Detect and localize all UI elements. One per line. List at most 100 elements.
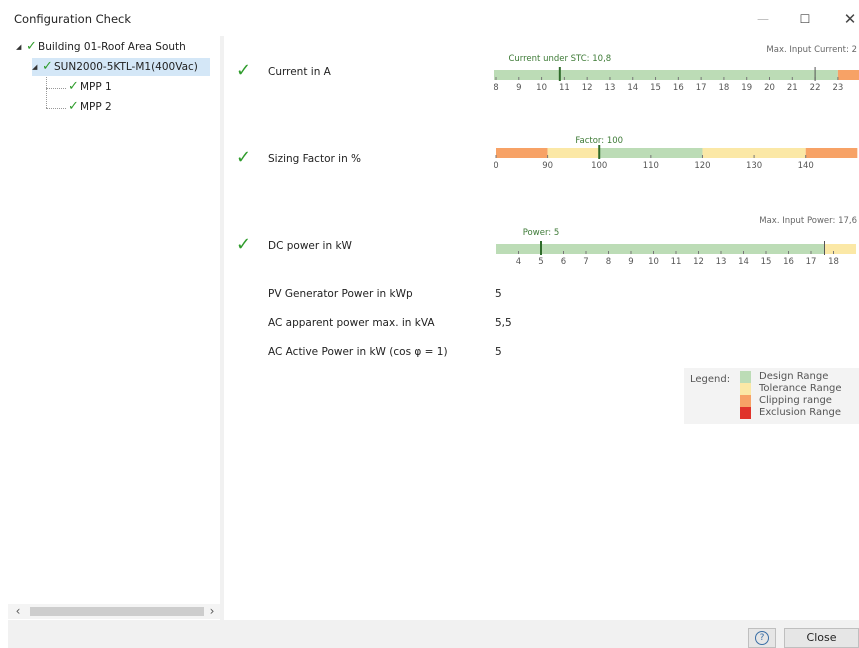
check-results-panel: ✓ Current in A 8 9 10 11 12 13 14 15 16 17 18 19 20 2… <box>224 36 859 620</box>
axis-tick-label: 17 <box>696 83 707 93</box>
axis-tick-label: 14 <box>627 83 638 93</box>
axis-tick-label: 15 <box>650 83 661 93</box>
axis-tick-label: 7 <box>583 257 588 267</box>
check-label-current: Current in A <box>268 66 331 78</box>
value-marker <box>598 145 601 159</box>
range-segment-design <box>494 70 838 80</box>
close-icon[interactable]: ✕ <box>835 8 859 30</box>
axis-tick-label: 4 <box>516 257 521 267</box>
axis-tick-label: 18 <box>719 83 730 93</box>
value-marker <box>540 241 542 255</box>
legend-label: Clipping range <box>759 395 832 406</box>
range-chart-sizing-factor: 0 90 100 110 120 130 140 Factor: 100 <box>494 132 859 182</box>
axis-tick-label: 16 <box>673 83 684 93</box>
legend-swatch-tolerance <box>740 383 751 395</box>
axis-tick-label: 16 <box>783 257 794 267</box>
range-chart-dc-power: 4 5 6 7 8 9 10 11 12 13 14 15 16 17 18 Power: 5 Max. Inp… <box>494 210 859 270</box>
value-marker-label: Current under STC: 10,8 <box>508 54 611 64</box>
axis-tick-label: 130 <box>746 161 762 171</box>
help-icon: ? <box>755 631 769 645</box>
range-segment-clipping <box>805 148 858 158</box>
axis-tick-label: 120 <box>694 161 710 171</box>
collapse-arrow-icon[interactable]: ◢ <box>32 58 42 76</box>
legend-label: Exclusion Range <box>759 407 841 418</box>
legend: Legend: Design Range Tolerance Range Cli… <box>684 368 859 424</box>
axis-tick-label: 9 <box>628 257 633 267</box>
limit-marker <box>814 67 816 81</box>
axis-tick-label: 6 <box>561 257 566 267</box>
value-marker-label: Power: 5 <box>523 228 560 238</box>
scrollbar-thumb[interactable] <box>30 607 204 616</box>
axis-tick-label: 22 <box>810 83 821 93</box>
check-icon: ✓ <box>68 99 79 114</box>
close-button[interactable]: Close <box>784 628 859 648</box>
property-value: 5 <box>495 288 502 300</box>
range-segment-tolerance <box>547 148 600 158</box>
axis-tick-label: 10 <box>648 257 659 267</box>
axis-tick-label: 90 <box>542 161 553 171</box>
property-label: AC Active Power in kW (cos φ = 1) <box>268 346 448 358</box>
check-ok-icon: ✓ <box>236 60 252 81</box>
property-value: 5 <box>495 346 502 358</box>
scroll-left-icon[interactable]: ‹ <box>10 604 26 619</box>
axis-tick-label: 140 <box>798 161 814 171</box>
collapse-arrow-icon[interactable]: ◢ <box>16 38 26 56</box>
axis-tick-label: 13 <box>605 83 616 93</box>
axis-tick-label: 12 <box>582 83 593 93</box>
axis-tick-label: 20 <box>764 83 775 93</box>
axis-tick-label: 15 <box>761 257 772 267</box>
tree-node-label: Building 01-Roof Area South <box>38 41 186 53</box>
value-marker <box>558 67 561 81</box>
legend-swatch-design <box>740 371 751 383</box>
check-icon: ✓ <box>42 59 53 74</box>
axis-tick-label: 0 <box>494 161 499 171</box>
maximize-icon[interactable]: ☐ <box>790 8 820 30</box>
property-label: PV Generator Power in kWp <box>268 288 413 300</box>
check-label-dc-power: DC power in kW <box>268 240 352 252</box>
title-bar: Configuration Check — ☐ ✕ <box>0 0 859 36</box>
minimize-icon[interactable]: — <box>748 8 778 30</box>
tree-horizontal-scrollbar[interactable]: ‹ › <box>8 604 220 619</box>
axis-tick-label: 21 <box>787 83 798 93</box>
tree-node-building[interactable]: ◢ ✓Building 01-Roof Area South <box>16 38 186 56</box>
value-marker-label: Factor: 100 <box>575 136 623 146</box>
check-label-sizing-factor: Sizing Factor in % <box>268 153 362 165</box>
legend-swatch-clipping <box>740 395 751 407</box>
scroll-right-icon[interactable]: › <box>204 604 220 619</box>
footer-bar <box>0 620 859 648</box>
axis-tick-label: 19 <box>741 83 752 93</box>
range-segment-clipping <box>496 148 548 158</box>
axis-tick-label: 18 <box>828 257 839 267</box>
axis-tick-label: 17 <box>806 257 817 267</box>
tree-node-inverter[interactable]: ◢ ✓SUN2000-5KTL-M1(400Vac) <box>32 58 210 76</box>
range-chart-current: 8 9 10 11 12 13 14 15 16 17 18 19 20 21 22 23 Current un… <box>494 44 859 104</box>
axis-tick-label: 14 <box>738 257 749 267</box>
limit-label: Max. Input Current: 2 <box>766 45 857 55</box>
help-button[interactable]: ? <box>748 628 776 648</box>
legend-swatch-exclusion <box>740 407 751 419</box>
property-value: 5,5 <box>495 317 512 329</box>
tree-node-label: SUN2000-5KTL-M1(400Vac) <box>54 61 198 73</box>
range-segment-tolerance <box>824 244 856 254</box>
legend-label: Design Range <box>759 371 829 382</box>
check-ok-icon: ✓ <box>236 147 252 168</box>
axis-tick-label: 10 <box>536 83 547 93</box>
project-tree: ◢ ✓Building 01-Roof Area South ◢ ✓SUN2000-… <box>8 36 220 622</box>
legend-label: Tolerance Range <box>759 383 842 394</box>
window-title: Configuration Check <box>14 12 132 26</box>
tree-node-label: MPP 2 <box>80 101 112 113</box>
axis-tick-label: 8 <box>494 83 499 93</box>
tree-node-mpp1[interactable]: ✓MPP 1 <box>68 78 112 96</box>
tree-node-mpp2[interactable]: ✓MPP 2 <box>68 98 112 116</box>
legend-title: Legend: <box>690 374 731 385</box>
range-segment-clipping <box>837 70 859 80</box>
property-label: AC apparent power max. in kVA <box>268 317 435 329</box>
check-icon: ✓ <box>26 39 37 54</box>
axis-tick-label: 11 <box>671 257 682 267</box>
axis-tick-label: 23 <box>832 83 843 93</box>
axis-tick-label: 9 <box>516 83 521 93</box>
limit-label: Max. Input Power: 17,6 <box>759 216 857 226</box>
axis-tick-label: 13 <box>716 257 727 267</box>
check-ok-icon: ✓ <box>236 234 252 255</box>
axis-tick-label: 5 <box>538 257 543 267</box>
